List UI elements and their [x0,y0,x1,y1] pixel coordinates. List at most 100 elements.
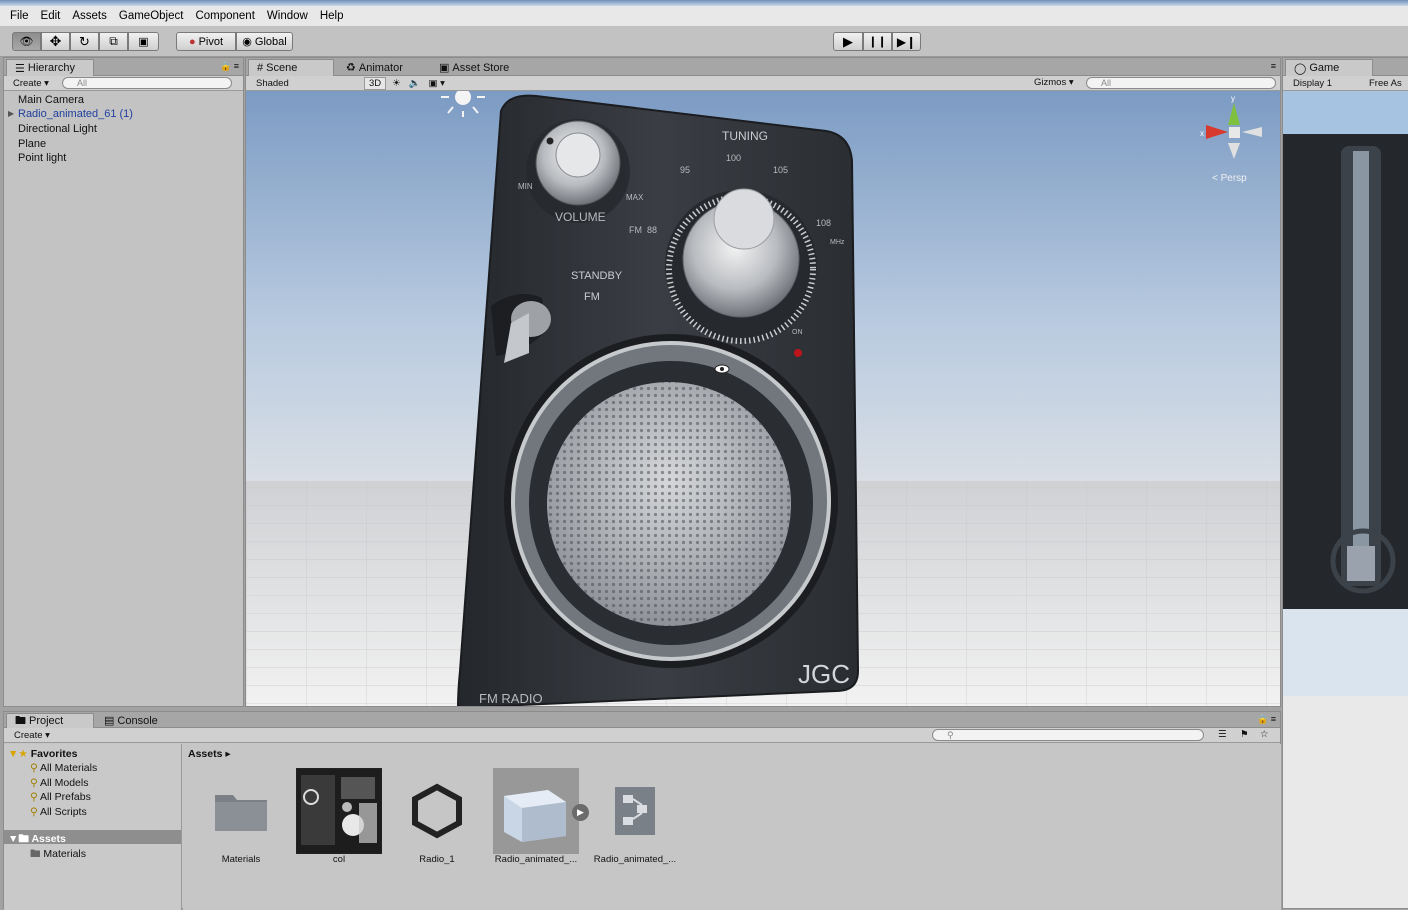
lighting-toggle-icon[interactable]: ☀ [392,78,401,89]
hierarchy-item-directional-light[interactable]: Directional Light [18,123,97,135]
step-button[interactable]: ▶❙ [892,32,921,51]
favorites-header[interactable]: ▼★ Favorites [8,748,77,760]
play-icon: ▶ [843,33,853,49]
scene-subbar: Shaded 3D ☀ 🔈 ▣ ▾ Gizmos ▾ All [246,76,1280,91]
tab-console[interactable]: ▤ Console [96,713,166,728]
project-subbar: Create ▾ ⚲ ☰ ⚑ ☆ [4,728,1280,743]
expand-arrow-icon[interactable]: ▶ [8,109,14,118]
favorite-all-models[interactable]: ⚲ All Models [30,777,88,789]
menu-bar: File Edit Assets GameObject Component Wi… [0,6,1408,26]
effects-toggle-icon[interactable]: ▣ ▾ [429,78,445,89]
search-icon: ⚲ [30,777,38,789]
panel-menu-icon[interactable]: 🔒 ≡ [220,61,239,72]
asset-col-texture[interactable]: col [293,768,385,865]
project-search-input[interactable]: ⚲ [932,729,1204,741]
assets-root-label: Assets [31,833,66,845]
filter-label-icon[interactable]: ⚑ [1240,729,1249,740]
menu-component[interactable]: Component [189,10,260,22]
pivot-toggle[interactable]: ● Pivot [176,32,236,51]
asset-materials-folder[interactable]: Materials [195,768,287,865]
hierarchy-tabstrip: ☰ Hierarchy 🔒 ≡ [4,58,243,76]
tree-folder-materials[interactable]: 🖿 Materials [30,846,86,864]
hierarchy-item-radio[interactable]: Radio_animated_61 (1) [18,108,133,120]
scene-viewport[interactable]: TUNING VOLUME MIN MAX STANDBY FM FM 88 9… [246,91,1280,706]
scene-menu-icon[interactable]: ≡ [1271,61,1276,71]
rect-icon: ▣ [138,36,149,48]
model-thumbnail-icon [504,790,566,842]
hierarchy-search-input[interactable]: All [62,77,232,89]
tab-project[interactable]: 🖿 Project [6,713,94,728]
tab-animator[interactable]: ♻ Animator [338,59,411,76]
pivot-icon: ● [188,35,196,48]
tab-project-label: Project [29,715,64,727]
radio-on-label: ON [792,329,803,336]
dial-108: 108 [816,218,831,228]
hierarchy-create-dropdown[interactable]: Create ▾ [13,78,49,89]
favorite-all-scripts[interactable]: ⚲ All Scripts [30,806,87,818]
game-panel: ◯ Game Display 1 Free As [1282,57,1408,909]
hierarchy-item-point-light[interactable]: Point light [18,152,66,164]
tab-hierarchy[interactable]: ☰ Hierarchy [6,59,94,76]
radio-max-label: MAX [626,193,644,202]
move-tool-button[interactable]: ✥ [41,32,70,51]
favorite-label: All Prefabs [40,791,91,803]
favorites-label: Favorites [30,748,78,760]
gizmos-dropdown[interactable]: Gizmos ▾ [1034,77,1074,88]
pause-icon: ❙❙ [868,36,887,48]
breadcrumb-label: Assets [188,748,223,760]
project-create-dropdown[interactable]: Create ▾ [14,730,50,741]
filter-type-icon[interactable]: ☰ [1218,729,1227,740]
menu-window[interactable]: Window [261,10,314,22]
global-label: Global [254,35,287,48]
shading-dropdown[interactable]: Shaded [256,78,346,89]
menu-gameobject[interactable]: GameObject [113,10,190,22]
rotate-tool-button[interactable]: ↻ [70,32,99,51]
menu-edit[interactable]: Edit [35,10,67,22]
tab-game-label: Game [1309,62,1340,74]
scale-tool-button[interactable]: ⧉ [99,32,128,51]
global-toggle[interactable]: ◉ Global [236,32,293,51]
asset-radio-animated-controller[interactable]: Radio_animated_... [589,768,681,865]
menu-assets[interactable]: Assets [66,10,113,22]
asset-radio-animated-model[interactable]: Radio_animated_... [490,768,582,865]
project-create-label: Create [14,729,43,741]
persp-label[interactable]: < Persp [1212,173,1247,184]
rect-tool-button[interactable]: ▣ [128,32,159,51]
asset-label: col [332,854,346,865]
pause-button[interactable]: ❙❙ [863,32,892,51]
step-icon: ▶❙ [896,34,917,49]
aspect-dropdown[interactable]: Free As [1369,78,1402,89]
favorite-all-prefabs[interactable]: ⚲ All Prefabs [30,791,91,803]
menu-file[interactable]: File [4,10,35,22]
expand-asset-icon[interactable]: ▶ [572,804,589,821]
play-button[interactable]: ▶ [833,32,863,51]
hierarchy-item-main-camera[interactable]: Main Camera [18,94,84,106]
favorite-label: All Scripts [40,806,87,818]
tab-scene[interactable]: # Scene [248,59,334,76]
asset-radio-1-unity[interactable]: Radio_1 [391,768,483,865]
favorite-star-icon[interactable]: ☆ [1260,729,1269,740]
toggle-2d-3d[interactable]: 3D [364,76,387,90]
favorite-all-materials[interactable]: ⚲ All Materials [30,762,97,774]
scene-search-input[interactable]: All [1086,77,1276,89]
dial-95: 95 [680,165,690,175]
dial-88: 88 [647,225,657,235]
game-icon: ◯ [1294,62,1307,75]
tab-asset-store[interactable]: ▣ Asset Store [431,59,517,76]
hierarchy-create-label: Create [13,77,42,89]
tab-game[interactable]: ◯ Game [1285,59,1373,76]
audio-toggle-icon[interactable]: 🔈 [409,78,421,89]
scene-search-placeholder: All [1101,78,1112,88]
assets-breadcrumb[interactable]: Assets ▸ [188,748,231,760]
gizmos-label: Gizmos [1034,77,1067,88]
project-panel: 🖿 Project ▤ Console 🔒 ≡ Create ▾ ⚲ ☰ ⚑ ☆ ▼… [3,711,1281,910]
view-tool-button[interactable]: 👁 [12,32,41,51]
globe-icon: ◉ [242,36,252,48]
project-menu-icon[interactable]: 🔒 ≡ [1257,714,1276,725]
tree-folder-label: Materials [43,848,87,860]
texture-thumbnail-icon [297,769,381,853]
hierarchy-item-plane[interactable]: Plane [18,138,46,150]
display-dropdown[interactable]: Display 1 [1293,78,1363,89]
menu-help[interactable]: Help [314,10,350,22]
rotate-icon: ↻ [79,33,90,49]
